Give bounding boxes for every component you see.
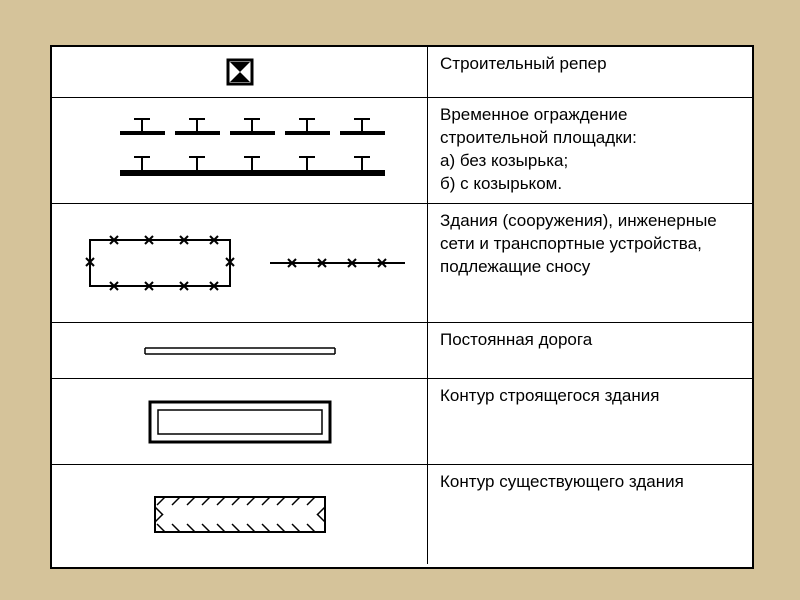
label-existing: Контур существующего здания xyxy=(428,465,752,564)
symbol-demolish xyxy=(52,204,428,322)
label-road: Постоянная дорога xyxy=(428,323,752,378)
row-reper: Строительный репер xyxy=(52,47,752,98)
symbol-existing xyxy=(52,465,428,564)
label-reper: Строительный репер xyxy=(428,47,752,97)
symbol-construction xyxy=(52,379,428,464)
row-fence: Временное ограждение строительной площад… xyxy=(52,98,752,204)
row-construction: Контур строящегося здания xyxy=(52,379,752,465)
label-construction: Контур строящегося здания xyxy=(428,379,752,464)
label-demolish: Здания (сооружения), инженерные сети и т… xyxy=(428,204,752,322)
symbol-road xyxy=(52,323,428,378)
row-existing: Контур существующего здания xyxy=(52,465,752,564)
symbol-fence xyxy=(52,98,428,203)
label-fence: Временное ограждение строительной площад… xyxy=(428,98,752,203)
row-road: Постоянная дорога xyxy=(52,323,752,379)
legend-table: Строительный репер xyxy=(50,45,754,569)
symbol-reper xyxy=(52,47,428,97)
row-demolish: Здания (сооружения), инженерные сети и т… xyxy=(52,204,752,323)
